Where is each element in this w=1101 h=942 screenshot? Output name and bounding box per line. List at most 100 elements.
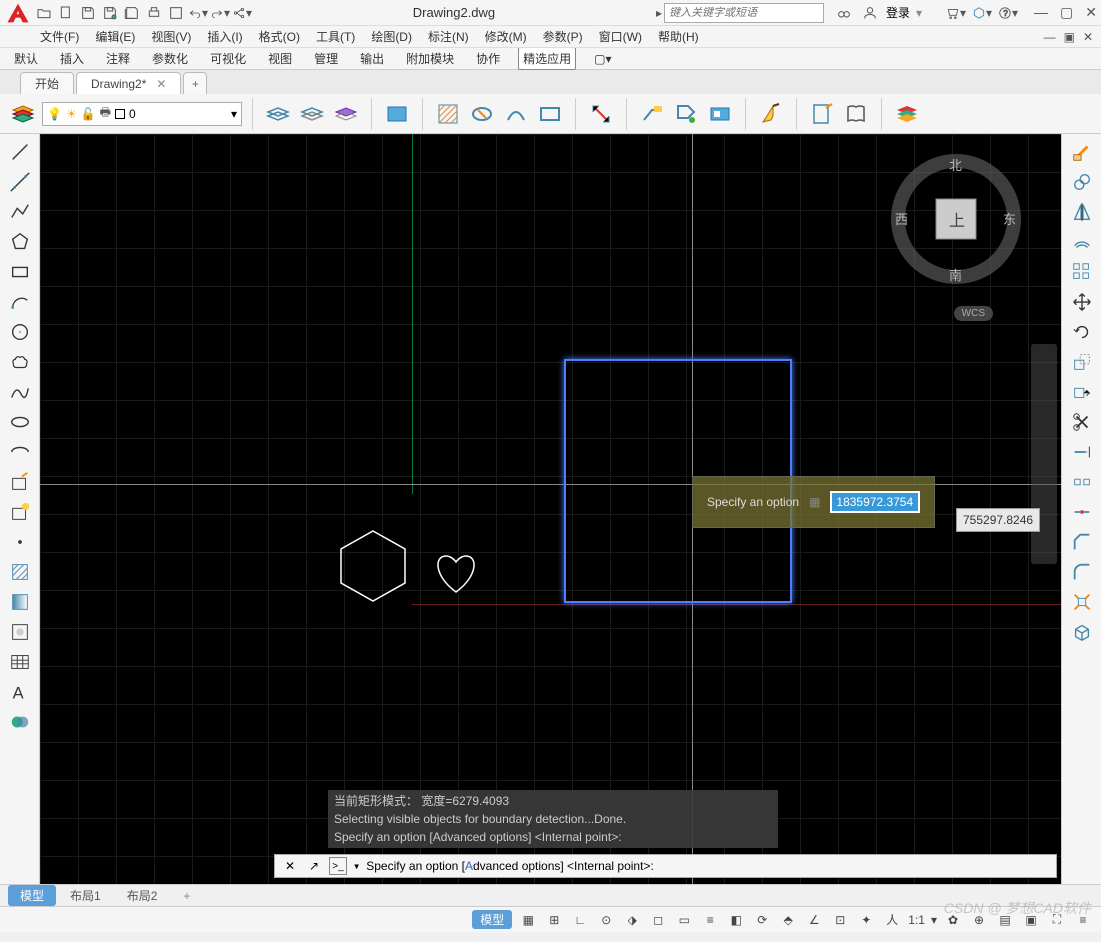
text-tool[interactable]: A — [5, 678, 35, 706]
add-layout-button[interactable]: + — [171, 887, 202, 905]
login-label[interactable]: 登录 — [886, 4, 910, 21]
tab-view[interactable]: 视图 — [264, 48, 296, 69]
maximize-button[interactable]: ▢ — [1060, 4, 1073, 21]
polyline-tool[interactable] — [5, 198, 35, 226]
table-tool[interactable] — [5, 648, 35, 676]
rotate-tool[interactable] — [1067, 318, 1097, 346]
print-icon[interactable] — [144, 3, 164, 23]
cart-icon[interactable]: ▾ — [946, 3, 966, 23]
redo-icon[interactable]: ▾ — [210, 3, 230, 23]
tab-manage[interactable]: 管理 — [310, 48, 342, 69]
leader-icon[interactable] — [637, 99, 667, 129]
layout-tab-2[interactable]: 布局2 — [115, 885, 170, 906]
insert-block-tool[interactable] — [5, 468, 35, 496]
layer-properties-icon[interactable] — [8, 99, 38, 129]
mdi-minimize[interactable]: — — [1044, 30, 1056, 44]
minimize-button[interactable]: — — [1034, 4, 1048, 21]
circle-tool[interactable] — [5, 318, 35, 346]
construction-line-tool[interactable] — [5, 168, 35, 196]
tab-expand[interactable]: ▢▾ — [590, 50, 615, 68]
selection-filter-toggle[interactable]: ⊡ — [830, 910, 850, 930]
break-tool[interactable] — [1067, 468, 1097, 496]
layer-states-icon[interactable] — [263, 99, 293, 129]
share-icon[interactable]: ▾ — [232, 3, 252, 23]
revision-cloud-tool[interactable] — [5, 348, 35, 376]
scale-label[interactable]: 1:1 — [908, 913, 925, 927]
lineweight-toggle[interactable]: ≡ — [700, 910, 720, 930]
hatch-icon[interactable] — [433, 99, 463, 129]
menu-window[interactable]: 窗口(W) — [599, 28, 642, 45]
arc-icon[interactable] — [501, 99, 531, 129]
tab-featured[interactable]: 精选应用 — [518, 47, 576, 70]
extend-tool[interactable] — [1067, 438, 1097, 466]
broom-icon[interactable] — [756, 99, 786, 129]
binoculars-icon[interactable] — [834, 3, 854, 23]
cycling-toggle[interactable]: ⟳ — [752, 910, 772, 930]
menu-help[interactable]: 帮助(H) — [658, 28, 699, 45]
layout-tab-model[interactable]: 模型 — [8, 885, 56, 906]
transparency-toggle[interactable]: ◧ — [726, 910, 746, 930]
annoscale-toggle[interactable]: ▭ — [674, 910, 694, 930]
notebook-icon[interactable] — [807, 99, 837, 129]
new-tab-button[interactable]: + — [183, 72, 207, 94]
save-icon[interactable] — [78, 3, 98, 23]
gradient-tool[interactable] — [5, 588, 35, 616]
undo-icon[interactable]: ▾ — [188, 3, 208, 23]
tab-visualize[interactable]: 可视化 — [206, 48, 250, 69]
user-icon[interactable] — [860, 3, 880, 23]
polar-toggle[interactable]: ⊙ — [596, 910, 616, 930]
erase-tool[interactable] — [1067, 138, 1097, 166]
menu-edit[interactable]: 编辑(E) — [95, 28, 135, 45]
box-tool[interactable] — [1067, 618, 1097, 646]
fillet-tool[interactable] — [1067, 558, 1097, 586]
snap-toggle[interactable]: ⊞ — [544, 910, 564, 930]
layer-dropdown[interactable]: 💡 ☀ 🔓 🖶 0 ▾ — [42, 102, 242, 126]
status-model-button[interactable]: 模型 — [472, 910, 512, 929]
new-icon[interactable] — [56, 3, 76, 23]
tag-icon[interactable] — [671, 99, 701, 129]
move-tool[interactable] — [1067, 288, 1097, 316]
book-icon[interactable] — [841, 99, 871, 129]
menu-tools[interactable]: 工具(T) — [316, 28, 355, 45]
close-icon[interactable]: ✕ — [156, 77, 166, 91]
viewcube[interactable]: 上 北 南 东 西 — [891, 154, 1021, 284]
ortho-toggle[interactable]: ∟ — [570, 910, 590, 930]
layout-tab-1[interactable]: 布局1 — [58, 885, 113, 906]
command-prompt-icon[interactable]: >_ — [329, 857, 347, 875]
plot-icon[interactable] — [166, 3, 186, 23]
grid-toggle[interactable]: ▦ — [518, 910, 538, 930]
saveall-icon[interactable] — [122, 3, 142, 23]
rectangle-tool[interactable] — [5, 258, 35, 286]
offset-tool[interactable] — [1067, 228, 1097, 256]
mirror-tool[interactable] — [1067, 198, 1097, 226]
drawing-canvas[interactable]: // grid drawn via JS after load below 上 … — [40, 134, 1061, 884]
isodraft-toggle[interactable]: ⬗ — [622, 910, 642, 930]
close-icon[interactable]: ✕ — [281, 857, 299, 875]
spline-tool[interactable] — [5, 378, 35, 406]
saveas-icon[interactable] — [100, 3, 120, 23]
wcs-badge[interactable]: WCS — [954, 306, 993, 321]
point-tool[interactable] — [5, 528, 35, 556]
color-tool[interactable] — [5, 708, 35, 736]
rect-tool-icon[interactable] — [535, 99, 565, 129]
scale-tool[interactable] — [1067, 348, 1097, 376]
menu-format[interactable]: 格式(O) — [259, 28, 300, 45]
3dosnap-toggle[interactable]: ⬘ — [778, 910, 798, 930]
layers-tool-icon[interactable] — [892, 99, 922, 129]
menu-insert[interactable]: 插入(I) — [207, 28, 242, 45]
search-input[interactable] — [664, 3, 824, 23]
arc-tool[interactable] — [5, 288, 35, 316]
menu-view[interactable]: 视图(V) — [151, 28, 191, 45]
mdi-close[interactable]: ✕ — [1083, 30, 1093, 44]
trim-tool[interactable] — [1067, 408, 1097, 436]
tab-output[interactable]: 输出 — [356, 48, 388, 69]
tab-annotate[interactable]: 注释 — [102, 48, 134, 69]
customize-icon[interactable]: ↗ — [305, 857, 323, 875]
close-button[interactable]: ✕ — [1085, 4, 1097, 21]
menu-file[interactable]: 文件(F) — [40, 28, 79, 45]
command-line[interactable]: ✕ ↗ >_▾ Specify an option [Advanced opti… — [274, 854, 1057, 878]
stretch-tool[interactable] — [1067, 378, 1097, 406]
polygon-tool[interactable] — [5, 228, 35, 256]
boundary-icon[interactable] — [467, 99, 497, 129]
open-icon[interactable] — [34, 3, 54, 23]
